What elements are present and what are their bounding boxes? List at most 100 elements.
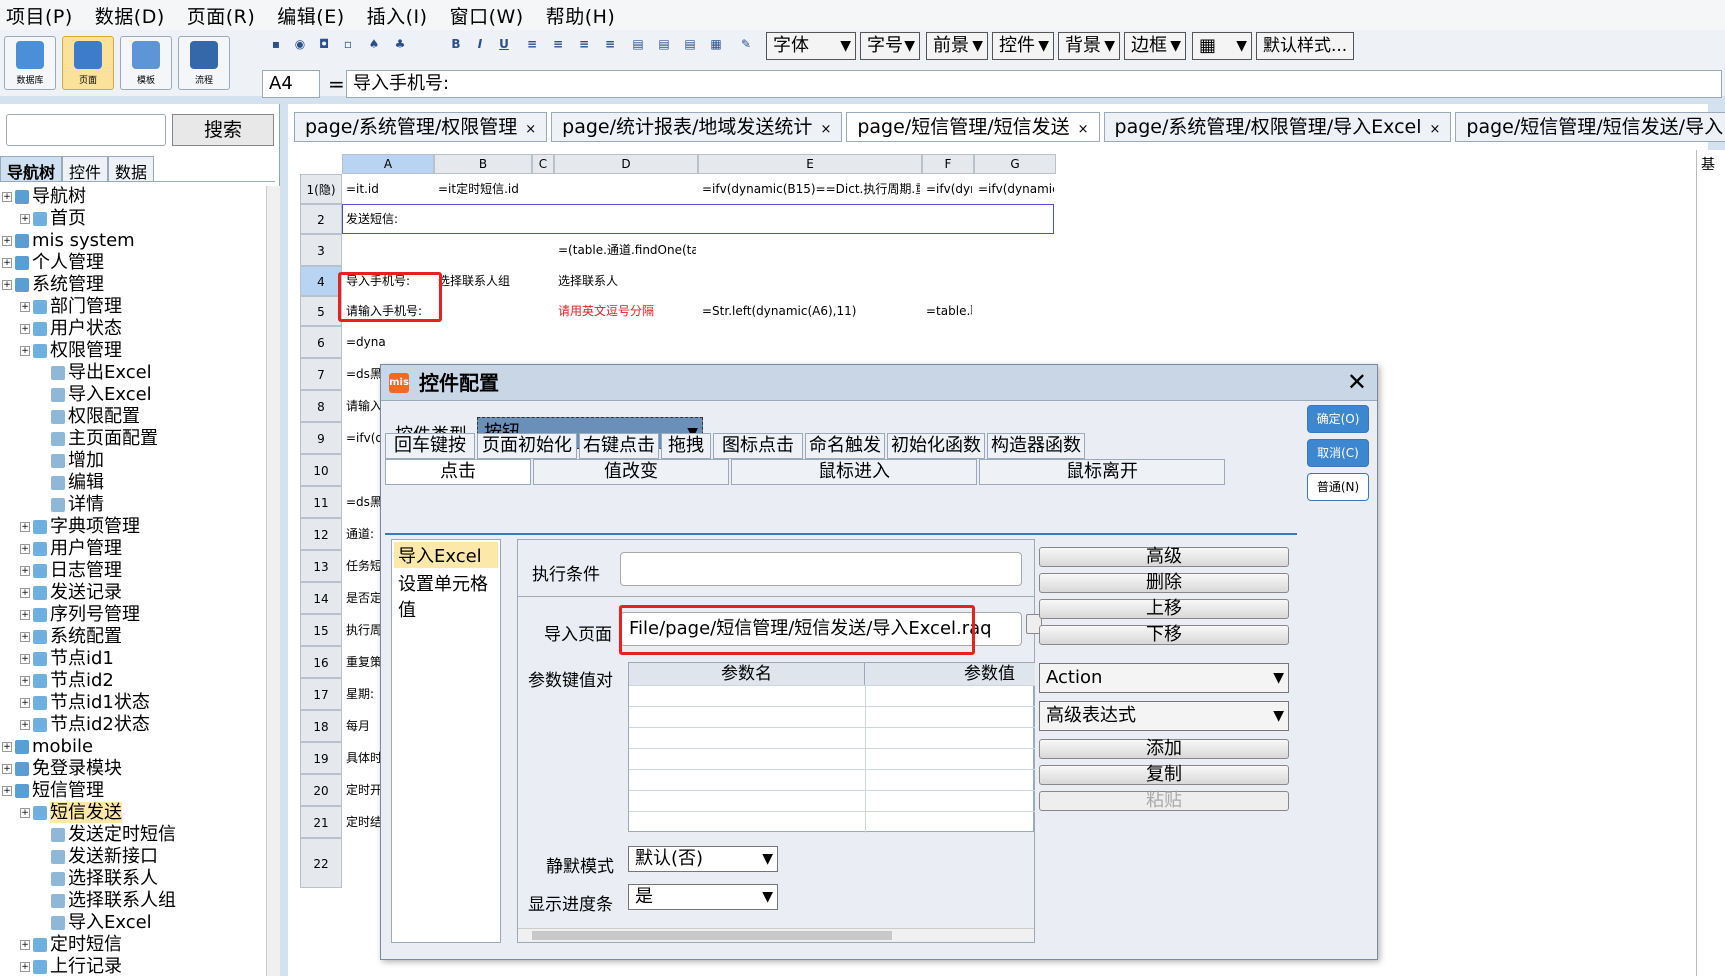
valign-bottom-icon[interactable]: ▤: [682, 36, 698, 52]
search-input[interactable]: [6, 114, 166, 146]
event-tab[interactable]: 鼠标离开: [979, 459, 1225, 485]
row-header[interactable]: 6: [300, 326, 342, 358]
grid-cell[interactable]: =(table.通道.findOne(table.: [556, 234, 696, 266]
grid-cell[interactable]: 选择联系人组: [436, 266, 530, 296]
expand-toggle-icon[interactable]: +: [20, 698, 30, 708]
move-down-button[interactable]: 下移: [1039, 625, 1289, 645]
tree-item[interactable]: 主页面配置: [0, 428, 268, 450]
row-header[interactable]: 4: [300, 266, 342, 296]
row-header[interactable]: 10: [300, 454, 342, 486]
tree-item[interactable]: + 系统管理: [0, 274, 268, 296]
background-combo[interactable]: 背景 ▼: [1058, 32, 1120, 60]
tree-item[interactable]: + 用户管理: [0, 538, 268, 560]
expand-toggle-icon[interactable]: +: [20, 522, 30, 532]
expand-toggle-icon[interactable]: +: [20, 676, 30, 686]
event-tab[interactable]: 鼠标进入: [731, 459, 977, 485]
control-combo[interactable]: 控件 ▼: [992, 32, 1054, 60]
expand-toggle-icon[interactable]: +: [2, 764, 12, 774]
event-tab[interactable]: 回车键按下: [385, 433, 475, 480]
event-tab[interactable]: 页面初始化: [477, 433, 577, 459]
ok-button[interactable]: 确定(O): [1307, 405, 1369, 433]
tree-item[interactable]: 导入Excel: [0, 384, 268, 406]
close-icon[interactable]: ×: [525, 122, 536, 137]
column-header[interactable]: A: [342, 154, 434, 174]
row-header[interactable]: 8: [300, 390, 342, 422]
browser-icon[interactable]: ◉: [292, 36, 308, 52]
row-header[interactable]: 20: [300, 774, 342, 806]
column-header[interactable]: G: [974, 154, 1056, 174]
event-tab[interactable]: 图标点击: [713, 433, 803, 459]
close-icon[interactable]: ×: [820, 122, 831, 137]
menu-item-0[interactable]: 项目(P): [6, 2, 73, 29]
preview-icon[interactable]: ◘: [316, 36, 332, 52]
menu-item-3[interactable]: 编辑(E): [277, 2, 344, 29]
menu-item-4[interactable]: 插入(I): [367, 2, 428, 29]
expand-toggle-icon[interactable]: +: [20, 214, 30, 224]
tree-item[interactable]: + 节点id1状态: [0, 692, 268, 714]
tree-item[interactable]: + 字典项管理: [0, 516, 268, 538]
doc-tab[interactable]: page/短信管理/短信发送 ×: [846, 112, 1100, 142]
doc-tab[interactable]: page/系统管理/权限管理 ×: [294, 112, 548, 142]
action-item-import-excel[interactable]: 导入Excel: [394, 542, 498, 568]
font-combo[interactable]: 字体 ▼: [766, 32, 856, 60]
column-header[interactable]: E: [698, 154, 922, 174]
format-brush-icon[interactable]: ✎: [738, 36, 754, 52]
column-header[interactable]: F: [922, 154, 974, 174]
row-header[interactable]: 9: [300, 422, 342, 454]
menu-item-6[interactable]: 帮助(H): [546, 2, 616, 29]
paste-button[interactable]: 粘贴: [1039, 791, 1289, 811]
row-header[interactable]: 15: [300, 614, 342, 646]
align-center-icon[interactable]: ≡: [550, 36, 566, 52]
expand-toggle-icon[interactable]: +: [2, 742, 12, 752]
expand-toggle-icon[interactable]: +: [20, 566, 30, 576]
tree-item[interactable]: + 系统配置: [0, 626, 268, 648]
normal-button[interactable]: 普通(N): [1307, 473, 1369, 501]
tree-item[interactable]: + 免登录模块: [0, 758, 268, 780]
delete-button[interactable]: 删除: [1039, 573, 1289, 593]
tree-item[interactable]: + mis system: [0, 230, 268, 252]
template-button[interactable]: 模板: [120, 36, 172, 90]
foreground-combo[interactable]: 前景 ▼: [926, 32, 988, 60]
italic-icon[interactable]: I: [472, 36, 488, 52]
close-icon[interactable]: ✕: [1347, 367, 1367, 397]
tree-item[interactable]: 选择联系人组: [0, 890, 268, 912]
doc-tab[interactable]: page/统计报表/地域发送统计 ×: [551, 112, 843, 142]
tree-item[interactable]: + 节点id2: [0, 670, 268, 692]
align-justify-icon[interactable]: ≡: [602, 36, 618, 52]
doc-tab[interactable]: page/短信管理/短信发送/导入Excel×: [1455, 112, 1725, 142]
close-icon[interactable]: ×: [1078, 122, 1089, 137]
tree-item[interactable]: + 短信发送: [0, 802, 268, 824]
expand-toggle-icon[interactable]: +: [2, 280, 12, 290]
tree-item[interactable]: + 节点id2状态: [0, 714, 268, 736]
default-style-button[interactable]: 默认样式...: [1256, 32, 1354, 60]
move-up-button[interactable]: 上移: [1039, 599, 1289, 619]
add-button[interactable]: 添加: [1039, 739, 1289, 759]
search-button[interactable]: 搜索: [172, 114, 274, 146]
tree-item[interactable]: 导出Excel: [0, 362, 268, 384]
grid-cell[interactable]: =ifv(dynamic(B15)==Dict.执行周期.重复&&: [700, 174, 920, 204]
row-header[interactable]: 1(隐): [300, 174, 342, 204]
grid-cell[interactable]: 请用英文逗号分隔: [556, 296, 696, 326]
action-item-set-cell[interactable]: 设置单元格值: [394, 570, 498, 622]
tree-item[interactable]: 权限配置: [0, 406, 268, 428]
tree-item[interactable]: + 节点id1: [0, 648, 268, 670]
expand-toggle-icon[interactable]: +: [20, 654, 30, 664]
column-header[interactable]: B: [434, 154, 532, 174]
row-header[interactable]: 2: [300, 204, 342, 234]
condition-input[interactable]: [620, 552, 1022, 586]
row-header[interactable]: 17: [300, 678, 342, 710]
param-row[interactable]: [629, 706, 1035, 728]
event-tab[interactable]: 点击: [385, 459, 531, 485]
tree-item[interactable]: + mobile: [0, 736, 268, 758]
font-size-combo[interactable]: 字号 ▼: [860, 32, 920, 60]
expand-toggle-icon[interactable]: +: [20, 346, 30, 356]
action-select[interactable]: Action ▼: [1039, 663, 1289, 693]
tree-item[interactable]: 详情: [0, 494, 268, 516]
doc-tab[interactable]: page/系统管理/权限管理/导入Excel ×: [1103, 112, 1452, 142]
border-combo[interactable]: 边框 ▼: [1124, 32, 1186, 60]
tab-controls[interactable]: 控件: [62, 156, 109, 182]
column-header[interactable]: C: [532, 154, 554, 174]
formula-input[interactable]: 导入手机号:: [346, 70, 1722, 98]
tree-item[interactable]: + 部门管理: [0, 296, 268, 318]
event-tab[interactable]: 命名触发: [805, 433, 885, 459]
